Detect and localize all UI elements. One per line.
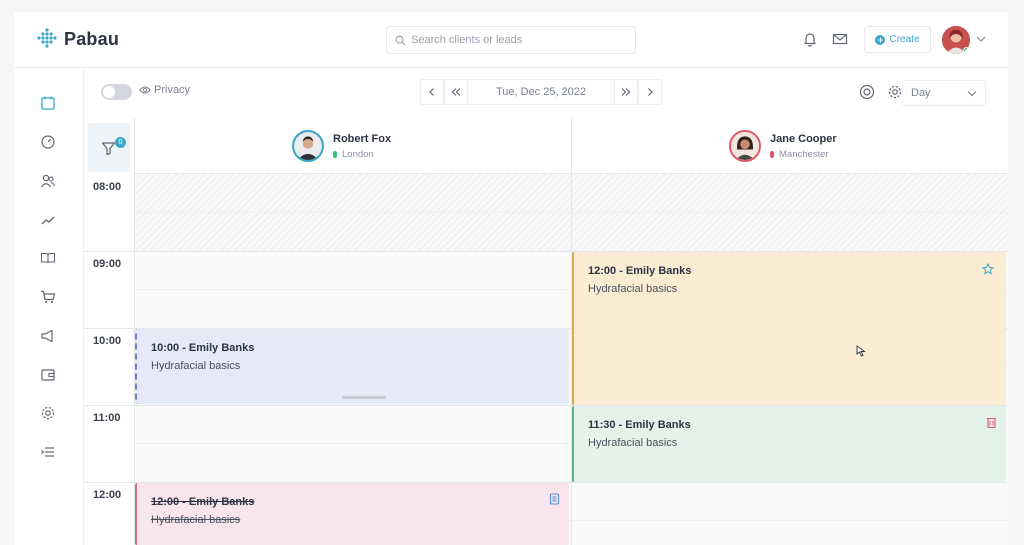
wallet-icon[interactable] [40, 367, 56, 383]
appointment-title: 12:00 - Emily Banks [151, 496, 255, 508]
mail-icon[interactable] [832, 31, 848, 47]
online-status-dot [963, 47, 970, 54]
appointment-card[interactable]: 12:00 - Emily Banks Hydrafacial basics [135, 483, 569, 545]
help-icon[interactable] [859, 84, 875, 100]
chevron-down-icon [967, 90, 977, 96]
pointer-cursor-icon [856, 345, 866, 357]
cart-icon[interactable] [40, 289, 56, 305]
bell-icon[interactable] [802, 31, 818, 47]
appointment-service: Hydrafacial basics [588, 437, 678, 449]
appointment-title: 12:00 - Emily Banks [588, 265, 692, 277]
trash-icon[interactable] [986, 416, 997, 428]
prev-week-button[interactable] [444, 79, 468, 105]
staff-name: Jane Cooper [770, 132, 837, 145]
time-label: 11:00 [93, 412, 121, 424]
appointment-card[interactable]: 10:00 - Emily Banks Hydrafacial basics [135, 329, 569, 404]
sidebar [14, 68, 84, 545]
next-day-button[interactable] [638, 79, 662, 105]
calendar-icon[interactable] [40, 95, 56, 111]
double-chevron-left-icon [451, 88, 461, 96]
time-label: 12:00 [93, 489, 122, 501]
calendar-settings-icon[interactable] [887, 84, 903, 100]
appointment-title: 11:30 - Emily Banks [588, 419, 691, 431]
staff-location-label: Manchester [779, 148, 829, 160]
filter-icon [101, 142, 116, 156]
search-icon [395, 35, 406, 45]
view-select[interactable]: Day [902, 80, 986, 106]
document-icon[interactable] [549, 493, 560, 505]
appointment-card[interactable]: 12:00 - Emily Banks Hydrafacial basics [572, 252, 1006, 405]
staff-column-header: Jane Cooper Manchester [571, 118, 1008, 174]
staff-photo-icon [731, 132, 759, 160]
chevron-left-icon [429, 88, 434, 96]
time-label: 09:00 [93, 258, 122, 270]
filter-button[interactable]: 0 [88, 123, 130, 172]
top-header: Pabau + Create [14, 12, 1008, 68]
date-navigator: Tue, Dec 25, 2022 [420, 79, 662, 105]
time-label: 08:00 [93, 181, 122, 193]
dashboard-icon[interactable] [40, 134, 56, 150]
appointment-service: Hydrafacial basics [151, 360, 241, 372]
next-week-button[interactable] [614, 79, 638, 105]
user-avatar[interactable] [942, 26, 970, 54]
appointment-card[interactable]: 11:30 - Emily Banks Hydrafacial basics [572, 406, 1006, 482]
app-window: Pabau + Create [14, 12, 1008, 545]
pabau-logo-icon [37, 28, 57, 48]
search-box[interactable] [386, 26, 636, 54]
location-indicator [770, 150, 774, 158]
staff-name: Robert Fox [333, 132, 392, 145]
settings-icon[interactable] [40, 405, 56, 421]
resize-handle[interactable] [342, 396, 386, 399]
brand-name: Pabau [64, 28, 120, 49]
marketing-icon[interactable] [40, 328, 56, 344]
staff-column-header: Robert Fox London [134, 118, 571, 174]
privacy-toggle[interactable] [101, 84, 132, 100]
create-button-label: Create [889, 34, 920, 45]
time-label: 10:00 [93, 335, 122, 347]
staff-location: Manchester [770, 149, 837, 160]
staff-location-label: London [342, 148, 374, 160]
staff-avatar[interactable] [292, 130, 324, 162]
chevron-down-icon[interactable] [976, 35, 986, 43]
calendar-toolbar: Privacy Tue, Dec 25, 2022 Day [84, 68, 1008, 118]
calendar-grid: 0 Robert Fox London Jane Cooper Manchest… [84, 118, 1008, 545]
plus-icon: + [875, 34, 886, 45]
filter-count-badge: 0 [115, 137, 126, 148]
appointment-service: Hydrafacial basics [588, 283, 678, 295]
privacy-label: Privacy [154, 84, 191, 96]
reports-icon[interactable] [40, 212, 56, 228]
list-icon[interactable] [40, 444, 56, 460]
prev-day-button[interactable] [420, 79, 444, 105]
staff-avatar[interactable] [729, 130, 761, 162]
appointment-title: 10:00 - Emily Banks [151, 342, 255, 354]
book-icon[interactable] [40, 250, 56, 266]
privacy-control[interactable]: Privacy [139, 84, 190, 96]
view-select-value: Day [911, 87, 931, 99]
appointment-service: Hydrafacial basics [151, 514, 241, 526]
chevron-right-icon [648, 88, 653, 96]
brand-logo[interactable]: Pabau [36, 28, 119, 50]
eye-icon [139, 86, 151, 94]
star-icon[interactable] [982, 263, 994, 275]
current-date[interactable]: Tue, Dec 25, 2022 [468, 79, 614, 105]
double-chevron-right-icon [621, 88, 631, 96]
location-indicator [333, 150, 337, 158]
create-button[interactable]: + Create [864, 26, 931, 53]
clients-icon[interactable] [40, 173, 56, 189]
staff-location: London [333, 149, 391, 160]
search-input[interactable] [411, 34, 621, 46]
staff-photo-icon [294, 132, 322, 160]
